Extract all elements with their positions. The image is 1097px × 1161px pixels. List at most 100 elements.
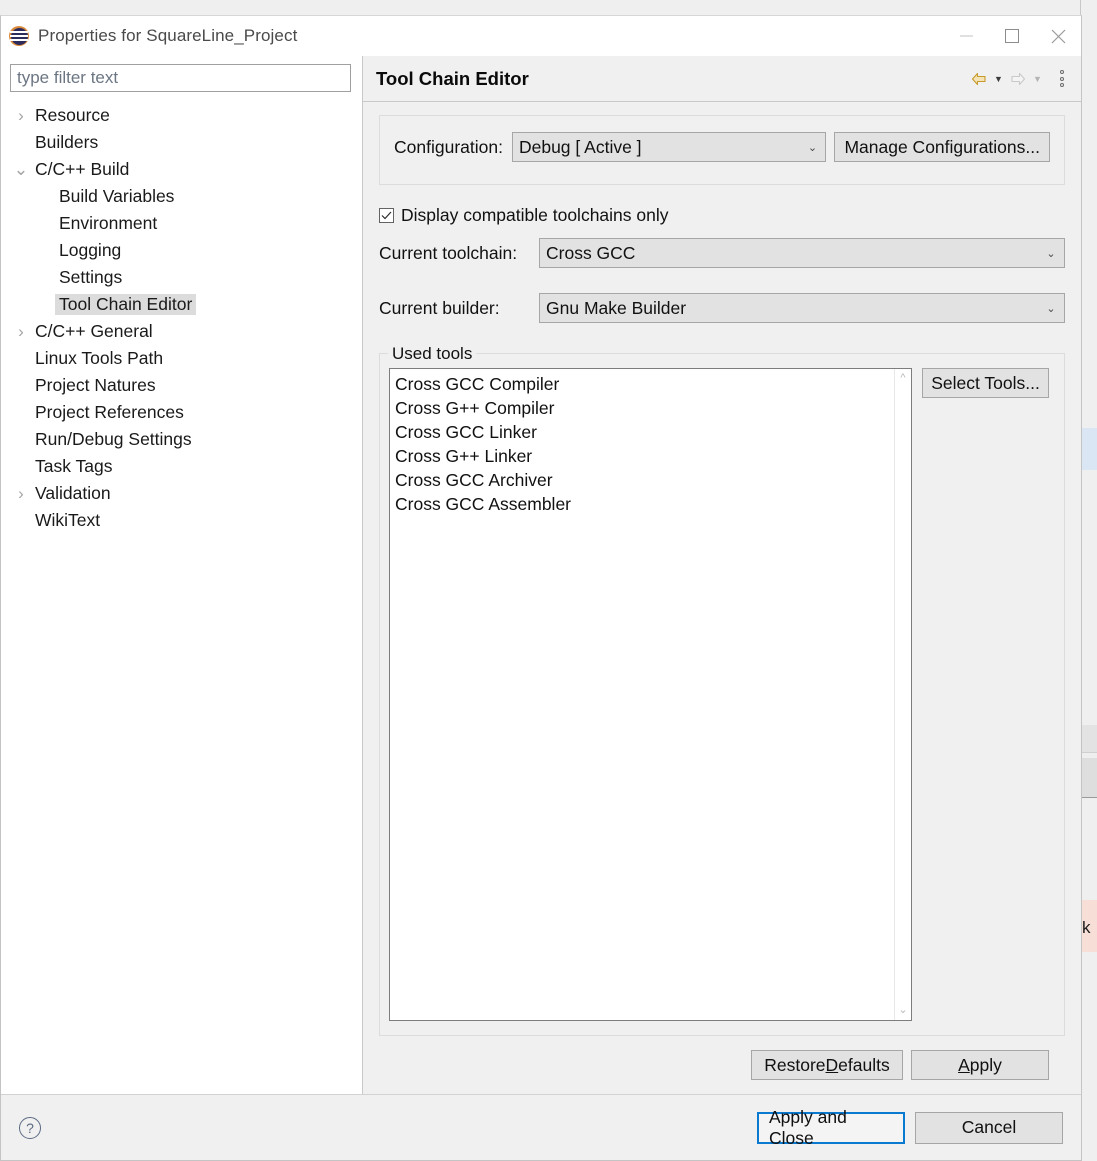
content-main: Configuration: Debug [ Active ] ⌄ Manage… bbox=[363, 102, 1081, 1094]
display-compatible-toolchains-row[interactable]: Display compatible toolchains only bbox=[379, 205, 1065, 226]
apply-button[interactable]: Apply bbox=[911, 1050, 1049, 1080]
apply-and-close-button[interactable]: Apply and Close bbox=[757, 1107, 905, 1148]
sidebar-item-label: Project References bbox=[35, 402, 184, 422]
settings-sidebar: ›Resource›Builders⌄C/C++ Build›Build Var… bbox=[1, 56, 363, 1094]
sidebar-item-task-tags[interactable]: ›Task Tags bbox=[1, 453, 362, 480]
help-question-icon[interactable]: ? bbox=[19, 1116, 41, 1139]
sidebar-item-project-references[interactable]: ›Project References bbox=[1, 399, 362, 426]
sidebar-item-c-c-build[interactable]: ⌄ C/C++ Build bbox=[1, 156, 362, 183]
maximize-icon[interactable] bbox=[989, 16, 1035, 56]
used-tools-legend: Used tools bbox=[388, 344, 477, 364]
chevron-right-icon[interactable]: › bbox=[11, 484, 31, 504]
chevron-right-icon[interactable]: › bbox=[11, 106, 31, 126]
dialog-title: Properties for SquareLine_Project bbox=[38, 26, 298, 45]
sidebar-item-label: Run/Debug Settings bbox=[35, 429, 192, 449]
sidebar-item-label: Environment bbox=[59, 213, 158, 233]
background-clipped-text: k bbox=[1082, 918, 1091, 937]
filter-input[interactable] bbox=[10, 64, 351, 92]
sidebar-item-builders[interactable]: ›Builders bbox=[1, 129, 362, 156]
configuration-select[interactable]: Debug [ Active ] ⌄ bbox=[511, 132, 827, 162]
sidebar-item-label: WikiText bbox=[35, 510, 101, 530]
list-item[interactable]: Cross GCC Compiler bbox=[395, 372, 894, 396]
chevron-down-icon[interactable]: ⌄ bbox=[898, 1005, 907, 1016]
sidebar-item-environment[interactable]: ›Environment bbox=[1, 210, 362, 237]
sidebar-item-logging[interactable]: ›Logging bbox=[1, 237, 362, 264]
display-compatible-toolchains-label: Display compatible toolchains only bbox=[401, 205, 669, 225]
close-icon[interactable] bbox=[1035, 16, 1081, 56]
select-tools-button[interactable]: Select Tools... bbox=[922, 368, 1049, 398]
window-controls bbox=[943, 16, 1081, 56]
chevron-down-icon: ⌄ bbox=[1046, 247, 1056, 260]
page-actions: Restore Defaults Apply bbox=[379, 1036, 1065, 1094]
footer-buttons: Apply and Close Cancel bbox=[757, 1107, 1063, 1148]
properties-dialog: Properties for SquareLine_Project ›Resou… bbox=[0, 15, 1082, 1161]
cancel-button[interactable]: Cancel bbox=[915, 1111, 1063, 1144]
vertical-dots-icon[interactable] bbox=[1053, 68, 1071, 90]
chevron-down-icon: ⌄ bbox=[807, 141, 818, 154]
current-toolchain-select[interactable]: Cross GCC ⌄ bbox=[539, 238, 1065, 268]
sidebar-item-c-c-general[interactable]: › C/C++ General bbox=[1, 318, 362, 345]
dialog-titlebar: Properties for SquareLine_Project bbox=[1, 16, 1081, 56]
settings-tree: ›Resource›Builders⌄C/C++ Build›Build Var… bbox=[1, 98, 362, 534]
back-arrow-icon[interactable] bbox=[969, 68, 989, 90]
minimize-icon[interactable] bbox=[943, 16, 989, 56]
select-tools-column: Select Tools... bbox=[912, 368, 1052, 1021]
configuration-label: Configuration: bbox=[394, 136, 503, 157]
used-tools-listbox[interactable]: Cross GCC Compiler Cross G++ Compiler Cros… bbox=[389, 368, 912, 1021]
background-row-2 bbox=[1081, 758, 1097, 798]
restore-defaults-button[interactable]: Restore Defaults bbox=[751, 1050, 903, 1080]
sidebar-item-label: Settings bbox=[59, 267, 123, 287]
sidebar-item-resource[interactable]: › Resource bbox=[1, 102, 362, 129]
list-item[interactable]: Cross GCC Archiver bbox=[395, 468, 894, 492]
forward-arrow-icon[interactable] bbox=[1008, 68, 1028, 90]
sidebar-item-wikitext[interactable]: ›WikiText bbox=[1, 507, 362, 534]
sidebar-item-validation[interactable]: › Validation bbox=[1, 480, 362, 507]
current-toolchain-value: Cross GCC bbox=[546, 242, 636, 263]
sidebar-item-label: Linux Tools Path bbox=[35, 348, 164, 368]
back-dropdown-chevron-down-icon[interactable]: ▼ bbox=[992, 68, 1005, 90]
sidebar-item-label: Task Tags bbox=[35, 456, 113, 476]
current-builder-label: Current builder: bbox=[379, 297, 500, 318]
dialog-footer: ? Apply and Close Cancel bbox=[1, 1094, 1081, 1160]
settings-content: Tool Chain Editor ▼ ▼ Configuration: Deb… bbox=[363, 56, 1081, 1094]
sidebar-item-settings[interactable]: ›Settings bbox=[1, 264, 362, 291]
background-selected-row bbox=[1081, 428, 1097, 470]
sidebar-item-label: C/C++ Build bbox=[35, 159, 130, 179]
background-row-1 bbox=[1081, 725, 1097, 753]
current-toolchain-label: Current toolchain: bbox=[379, 242, 518, 263]
chevron-down-icon[interactable]: ⌄ bbox=[11, 159, 31, 180]
sidebar-item-label: Resource bbox=[35, 105, 110, 125]
eclipse-logo-icon bbox=[9, 26, 29, 46]
sidebar-item-tool-chain-editor[interactable]: ›Tool Chain Editor bbox=[1, 291, 362, 318]
sidebar-item-linux-tools-path[interactable]: ›Linux Tools Path bbox=[1, 345, 362, 372]
sidebar-item-project-natures[interactable]: ›Project Natures bbox=[1, 372, 362, 399]
current-builder-row: Current builder: Gnu Make Builder ⌄ bbox=[379, 293, 1065, 323]
current-builder-select[interactable]: Gnu Make Builder ⌄ bbox=[539, 293, 1065, 323]
manage-configurations-button[interactable]: Manage Configurations... bbox=[834, 132, 1050, 162]
sidebar-item-label: Logging bbox=[59, 240, 122, 260]
list-item[interactable]: Cross GCC Linker bbox=[395, 420, 894, 444]
forward-dropdown-chevron-down-icon[interactable]: ▼ bbox=[1031, 68, 1044, 90]
list-item[interactable]: Cross GCC Assembler bbox=[395, 492, 894, 516]
display-compatible-toolchains-checkbox[interactable] bbox=[379, 208, 394, 223]
sidebar-item-build-variables[interactable]: ›Build Variables bbox=[1, 183, 362, 210]
sidebar-item-label: Tool Chain Editor bbox=[55, 294, 197, 315]
sidebar-item-label: Builders bbox=[35, 132, 99, 152]
sidebar-item-run-debug-settings[interactable]: ›Run/Debug Settings bbox=[1, 426, 362, 453]
chevron-up-icon[interactable]: ^ bbox=[900, 373, 905, 384]
used-tools-list: Cross GCC Compiler Cross G++ Compiler Cros… bbox=[390, 369, 894, 1020]
used-tools-scrollbar[interactable]: ^ ⌄ bbox=[894, 369, 911, 1020]
sidebar-item-label: Build Variables bbox=[59, 186, 175, 206]
sidebar-item-label: Project Natures bbox=[35, 375, 156, 395]
used-tools-group: Used tools Cross GCC Compiler Cross G++ C… bbox=[379, 344, 1065, 1036]
chevron-right-icon[interactable]: › bbox=[11, 322, 31, 342]
list-item[interactable]: Cross G++ Linker bbox=[395, 444, 894, 468]
current-toolchain-row: Current toolchain: Cross GCC ⌄ bbox=[379, 238, 1065, 268]
sidebar-item-label: Validation bbox=[35, 483, 111, 503]
configuration-group: Configuration: Debug [ Active ] ⌄ Manage… bbox=[379, 115, 1065, 185]
configuration-selected-value: Debug [ Active ] bbox=[518, 136, 642, 157]
sidebar-item-label: C/C++ General bbox=[35, 321, 153, 341]
content-header: Tool Chain Editor ▼ ▼ bbox=[363, 56, 1081, 102]
chevron-down-icon: ⌄ bbox=[1046, 302, 1056, 315]
list-item[interactable]: Cross G++ Compiler bbox=[395, 396, 894, 420]
